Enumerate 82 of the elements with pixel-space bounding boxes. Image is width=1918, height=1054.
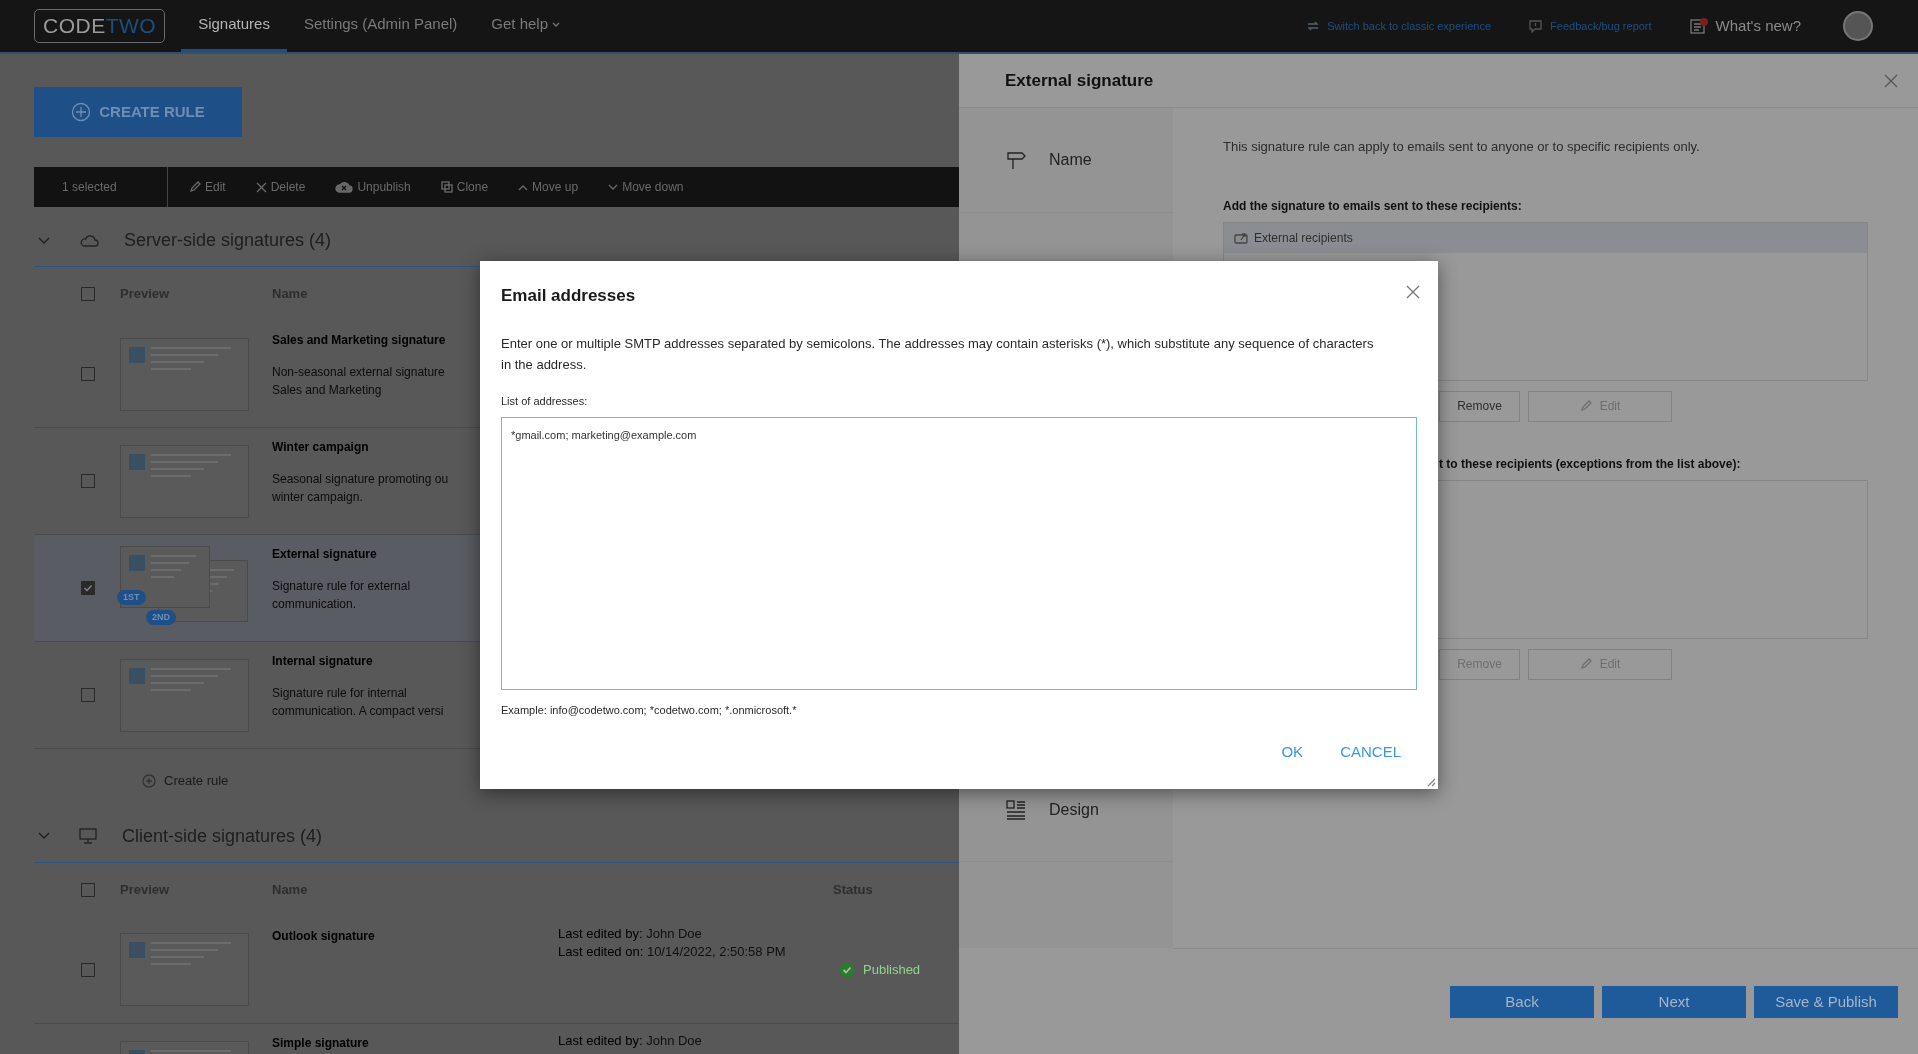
chevron-down-icon [608, 183, 619, 191]
plus-circle-icon [71, 102, 92, 122]
chevron-icon[interactable] [38, 236, 50, 245]
signature-name: Outlook signature [272, 927, 375, 945]
footer-button[interactable]: Save & Publish [1754, 986, 1898, 1018]
checkbox[interactable] [81, 962, 95, 977]
edited-on-text: Last edited on: 10/14/2022, 2:50:58 PM [558, 942, 786, 961]
cloud-icon [335, 181, 354, 193]
share-icon [1234, 231, 1248, 244]
dialog-button[interactable]: CANCEL [1340, 740, 1401, 763]
dialog-button[interactable]: OK [1281, 740, 1304, 763]
order-badge: 2ND [146, 609, 176, 625]
wizard-step[interactable]: Name [959, 108, 1173, 213]
monitor-icon [79, 828, 97, 844]
footer-button[interactable]: Next [1602, 986, 1746, 1018]
pencil-icon [189, 181, 201, 193]
pencil-icon [1579, 658, 1592, 670]
resize-grip-icon[interactable] [1427, 778, 1436, 787]
signature-name: Simple signature [272, 1034, 369, 1052]
logo[interactable]: CODETWO [34, 9, 166, 43]
toolbar-button[interactable]: Move down [608, 178, 684, 196]
check-icon [83, 583, 93, 593]
check-circle-icon [839, 961, 855, 978]
toolbar-button[interactable]: Edit [189, 178, 226, 196]
section-title: Client-side signatures (4) [122, 824, 323, 848]
nav-tab[interactable]: Signatures [181, 0, 287, 52]
edited-by-text: Last edited by: John Doe [558, 924, 702, 943]
address-field[interactable]: *gmail.com; marketing@example.com [501, 417, 1417, 690]
toolbar-button[interactable]: Unpublish [335, 178, 411, 196]
cloud-icon [79, 233, 99, 248]
example-text: Example: info@codetwo.com; *codetwo.com; *.onmicrosoft.* [501, 703, 798, 718]
dialog-description: Enter one or multiple SMTP addresses separated by semicolons. The addresses may contain asterisks (*), which substitute any sequence of characters in the address. [501, 334, 1375, 374]
nav-link[interactable]: Feedback/bug report [1529, 17, 1652, 35]
close-icon [255, 181, 267, 193]
layout-icon [1005, 798, 1027, 821]
signature-description: Seasonal signature promoting ou winter campaign. [272, 471, 449, 506]
signature-description: Signature rule for external communication. [272, 578, 411, 613]
caret-icon [552, 22, 560, 27]
chevron-icon[interactable] [38, 832, 50, 840]
checkbox[interactable] [81, 882, 95, 897]
create-rule-button[interactable]: CREATE RULE [34, 87, 242, 137]
toolbar-button[interactable]: Clone [440, 178, 489, 196]
checkbox[interactable] [81, 287, 95, 301]
checkbox[interactable] [81, 474, 95, 488]
checkbox[interactable] [81, 581, 95, 595]
signature-description: Signature rule for internal communication. A compact versi [272, 685, 444, 720]
remove-button[interactable]: Remove [1439, 390, 1520, 422]
list-item[interactable]: External recipients [1224, 222, 1867, 253]
signature-name: Winter campaign [272, 439, 369, 456]
swap-icon [1307, 20, 1320, 32]
nav-link[interactable]: Switch back to classic experience [1307, 17, 1492, 35]
footer-button[interactable]: Back [1450, 986, 1594, 1018]
dialog-title: Email addresses [501, 285, 636, 307]
toolbar-button[interactable]: Delete [255, 178, 306, 196]
checkbox[interactable] [81, 688, 95, 702]
speech-bubble-icon [1529, 19, 1543, 33]
field-label: List of addresses: [501, 393, 589, 409]
section-title: Server-side signatures (4) [124, 229, 332, 252]
checkbox[interactable] [81, 367, 95, 381]
status-text: Published [863, 960, 921, 979]
news-icon [1689, 17, 1708, 35]
avatar[interactable] [1843, 11, 1873, 41]
plus-circle-icon [142, 773, 156, 788]
signature-name: Sales and Marketing signature [272, 332, 446, 349]
section-label: t to these recipients (exceptions from the list above): [1439, 455, 1742, 473]
signature-name: External signature [272, 546, 377, 563]
selection-count: 1 selected [34, 167, 168, 207]
intro-text: This signature rule can apply to emails sent to anyone or to specific recipients only. [1223, 138, 1701, 156]
nav-link[interactable]: What's new? [1689, 14, 1801, 38]
pencil-icon [1579, 400, 1592, 412]
panel-title: External signature [1005, 69, 1154, 92]
signpost-icon [1005, 149, 1027, 171]
chevron-up-icon [518, 183, 529, 191]
nav-tab[interactable]: Settings (Admin Panel) [286, 0, 475, 52]
signature-description: Non-seasonal external signature Sales and Marketing [272, 364, 445, 399]
section-label: Add the signature to emails sent to these recipients: [1223, 197, 1523, 215]
nav-tab[interactable]: Get help [474, 0, 577, 52]
edited-by-text: Last edited by: John Doe [558, 1031, 702, 1050]
copy-icon [440, 181, 453, 193]
signature-name: Internal signature [272, 653, 373, 670]
toolbar-button[interactable]: Move up [518, 178, 579, 196]
create-rule-link[interactable]: Create rule [142, 771, 229, 791]
